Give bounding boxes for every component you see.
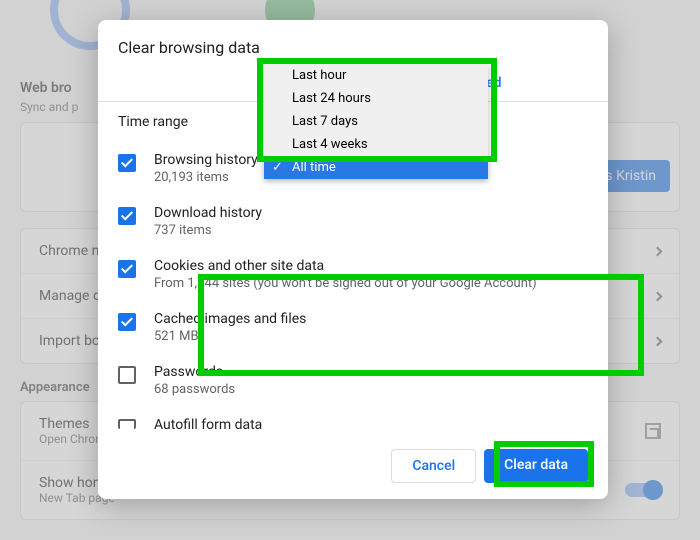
option-passwords: Passwords 68 passwords bbox=[98, 354, 608, 407]
dropdown-option-last-hour[interactable]: Last hour bbox=[264, 64, 488, 87]
clear-data-button[interactable]: Clear data bbox=[484, 449, 588, 483]
checkbox-cached[interactable] bbox=[118, 313, 136, 331]
option-subtitle: 521 MB bbox=[154, 329, 306, 344]
option-download-history: Download history 737 items bbox=[98, 195, 608, 248]
option-label: Passwords bbox=[154, 364, 235, 380]
dropdown-option-last-4-weeks[interactable]: Last 4 weeks bbox=[264, 133, 488, 156]
dropdown-option-last-7-days[interactable]: Last 7 days bbox=[264, 110, 488, 133]
time-range-label: Time range bbox=[118, 114, 188, 130]
checkbox-browsing-history[interactable] bbox=[118, 154, 136, 172]
option-subtitle: 68 passwords bbox=[154, 382, 235, 397]
option-label: Download history bbox=[154, 205, 262, 221]
time-range-dropdown: Last hour Last 24 hours Last 7 days Last… bbox=[264, 64, 488, 179]
dialog-title: Clear browsing data bbox=[98, 20, 608, 65]
dialog-button-row: Cancel Clear data bbox=[98, 433, 608, 483]
checkbox-passwords[interactable] bbox=[118, 366, 136, 384]
option-autofill: Autofill form data bbox=[98, 407, 608, 433]
checkbox-autofill[interactable] bbox=[118, 419, 136, 429]
dropdown-option-last-24-hours[interactable]: Last 24 hours bbox=[264, 87, 488, 110]
option-label: Autofill form data bbox=[154, 417, 262, 433]
option-subtitle: 20,193 items bbox=[154, 170, 258, 185]
option-cookies: Cookies and other site data From 1,744 s… bbox=[98, 248, 608, 301]
checkbox-cookies[interactable] bbox=[118, 260, 136, 278]
option-subtitle: From 1,744 sites (you won't be signed ou… bbox=[154, 276, 537, 291]
cancel-button[interactable]: Cancel bbox=[391, 449, 476, 483]
option-label: Cached images and files bbox=[154, 311, 306, 327]
option-cached: Cached images and files 521 MB bbox=[98, 301, 608, 354]
clear-browsing-data-dialog: Clear browsing data Basic Advanced Time … bbox=[98, 20, 608, 499]
dropdown-option-all-time[interactable]: All time bbox=[264, 156, 488, 179]
checkbox-download-history[interactable] bbox=[118, 207, 136, 225]
option-subtitle: 737 items bbox=[154, 223, 262, 238]
option-label: Cookies and other site data bbox=[154, 258, 537, 274]
option-label: Browsing history bbox=[154, 152, 258, 168]
